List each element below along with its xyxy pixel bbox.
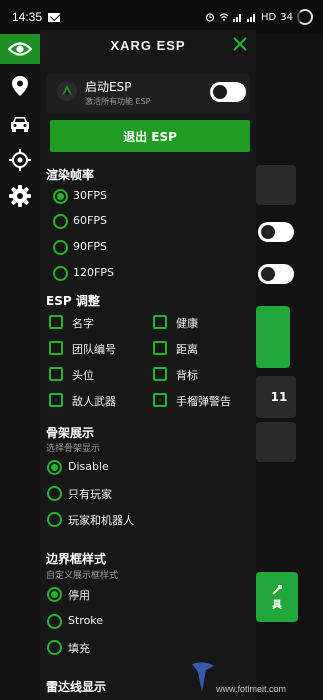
esp-card-title: 启动ESP xyxy=(85,80,132,94)
radar-title: 雷达线显示 xyxy=(46,680,107,694)
skeleton-subtitle: 选择骨架显示 xyxy=(46,444,101,454)
signal-icon-2 xyxy=(247,14,256,22)
panel-header: XARG ESP xyxy=(40,30,256,60)
checkbox-back-mark[interactable] xyxy=(153,367,167,381)
checkbox-name[interactable] xyxy=(49,315,63,329)
location-tab[interactable] xyxy=(8,74,32,98)
esp-tab[interactable] xyxy=(0,34,40,64)
skeleton-title: 骨架展示 xyxy=(46,426,95,440)
label-distance: 距离 xyxy=(176,343,198,356)
radio-skeleton-disable[interactable] xyxy=(47,460,62,475)
radio-60fps[interactable] xyxy=(53,214,68,229)
esp-card-subtitle: 激活所有功能 ESP xyxy=(85,97,151,106)
bg-card xyxy=(256,165,296,205)
battery-level: 34 xyxy=(280,11,293,23)
mail-icon xyxy=(48,12,61,22)
bg-green-panel xyxy=(256,306,290,368)
gear-icon xyxy=(9,185,31,207)
label-back-mark: 背标 xyxy=(176,369,198,382)
box-style-subtitle: 自定义展示框样式 xyxy=(46,571,119,581)
alarm-icon xyxy=(205,13,215,22)
bg-tool-button: 具 xyxy=(256,572,298,622)
checkbox-team-id[interactable] xyxy=(49,341,63,355)
tool-icon xyxy=(272,584,282,595)
option-box-stroke: Stroke xyxy=(68,614,104,627)
aim-tab[interactable] xyxy=(8,148,32,172)
bg-toggle xyxy=(258,222,294,242)
bg-tool-label: 具 xyxy=(272,599,282,611)
panel-title: XARG ESP xyxy=(110,37,186,53)
option-60fps: 60FPS xyxy=(73,214,107,227)
esp-adjust-title: ESP 调整 xyxy=(46,294,100,308)
exit-esp-button[interactable]: 退出 ESP xyxy=(50,120,250,152)
checkbox-grenade-warning[interactable] xyxy=(153,393,167,407)
bg-card xyxy=(256,422,296,462)
label-head: 头位 xyxy=(72,369,94,382)
car-icon xyxy=(11,117,29,132)
label-grenade-warning: 手榴弹警告 xyxy=(176,395,231,408)
location-pin-icon xyxy=(12,76,28,96)
checkbox-enemy-weapon[interactable] xyxy=(49,393,63,407)
close-icon[interactable] xyxy=(232,36,248,52)
wifi-icon xyxy=(219,13,229,21)
label-enemy-weapon: 敌人武器 xyxy=(72,395,116,408)
radio-120fps[interactable] xyxy=(53,266,68,281)
vehicle-tab[interactable] xyxy=(8,112,32,136)
checkbox-health[interactable] xyxy=(153,315,167,329)
esp-switch[interactable] xyxy=(210,82,246,102)
bg-card: 11 xyxy=(256,376,296,418)
network-type: HD xyxy=(261,11,277,23)
checkbox-head[interactable] xyxy=(49,367,63,381)
radio-box-stroke[interactable] xyxy=(47,614,62,629)
option-skeleton-disable: Disable xyxy=(68,460,109,473)
option-box-disable: 停用 xyxy=(68,589,90,602)
bg-number: 11 xyxy=(270,390,288,404)
switch-knob xyxy=(213,85,227,99)
status-bar: 14:35 HD 34 xyxy=(0,0,323,34)
framerate-title: 渲染帧率 xyxy=(46,168,95,182)
esp-panel: XARG ESP 启动ESP 激活所有功能 ESP 退出 ESP 渲染帧率 30… xyxy=(40,30,256,700)
watermark: www.fotimeit.com xyxy=(190,660,318,696)
option-skeleton-players-bots: 玩家和机器人 xyxy=(68,514,134,527)
radio-skeleton-players[interactable] xyxy=(47,486,62,501)
label-name: 名字 xyxy=(72,317,94,330)
esp-toggle-card: 启动ESP 激活所有功能 ESP xyxy=(46,74,250,114)
watermark-text: www.fotimeit.com xyxy=(216,684,287,694)
battery-ring-icon xyxy=(297,9,313,25)
left-rail xyxy=(0,34,40,700)
radio-box-fill[interactable] xyxy=(47,640,62,655)
option-120fps: 120FPS xyxy=(73,266,114,279)
checkbox-distance[interactable] xyxy=(153,341,167,355)
label-team-id: 团队编号 xyxy=(72,343,116,356)
option-30fps: 30FPS xyxy=(73,189,107,202)
radio-skeleton-players-bots[interactable] xyxy=(47,512,62,527)
esp-logo-icon xyxy=(57,81,77,101)
bg-toggle xyxy=(258,264,294,284)
settings-tab[interactable] xyxy=(8,184,32,208)
radio-90fps[interactable] xyxy=(53,240,68,255)
watermark-logo-icon xyxy=(192,662,214,692)
status-icons: HD 34 xyxy=(205,9,313,25)
status-time: 14:35 xyxy=(12,10,43,24)
radio-30fps[interactable] xyxy=(53,189,68,204)
option-box-fill: 填充 xyxy=(68,642,90,655)
label-health: 健康 xyxy=(176,317,198,330)
eye-icon xyxy=(8,42,32,56)
option-skeleton-players: 只有玩家 xyxy=(68,488,112,501)
radio-box-disable[interactable] xyxy=(47,587,62,602)
signal-icon xyxy=(233,14,242,22)
box-style-title: 边界框样式 xyxy=(46,552,107,566)
option-90fps: 90FPS xyxy=(73,240,107,253)
crosshair-icon xyxy=(9,149,31,171)
